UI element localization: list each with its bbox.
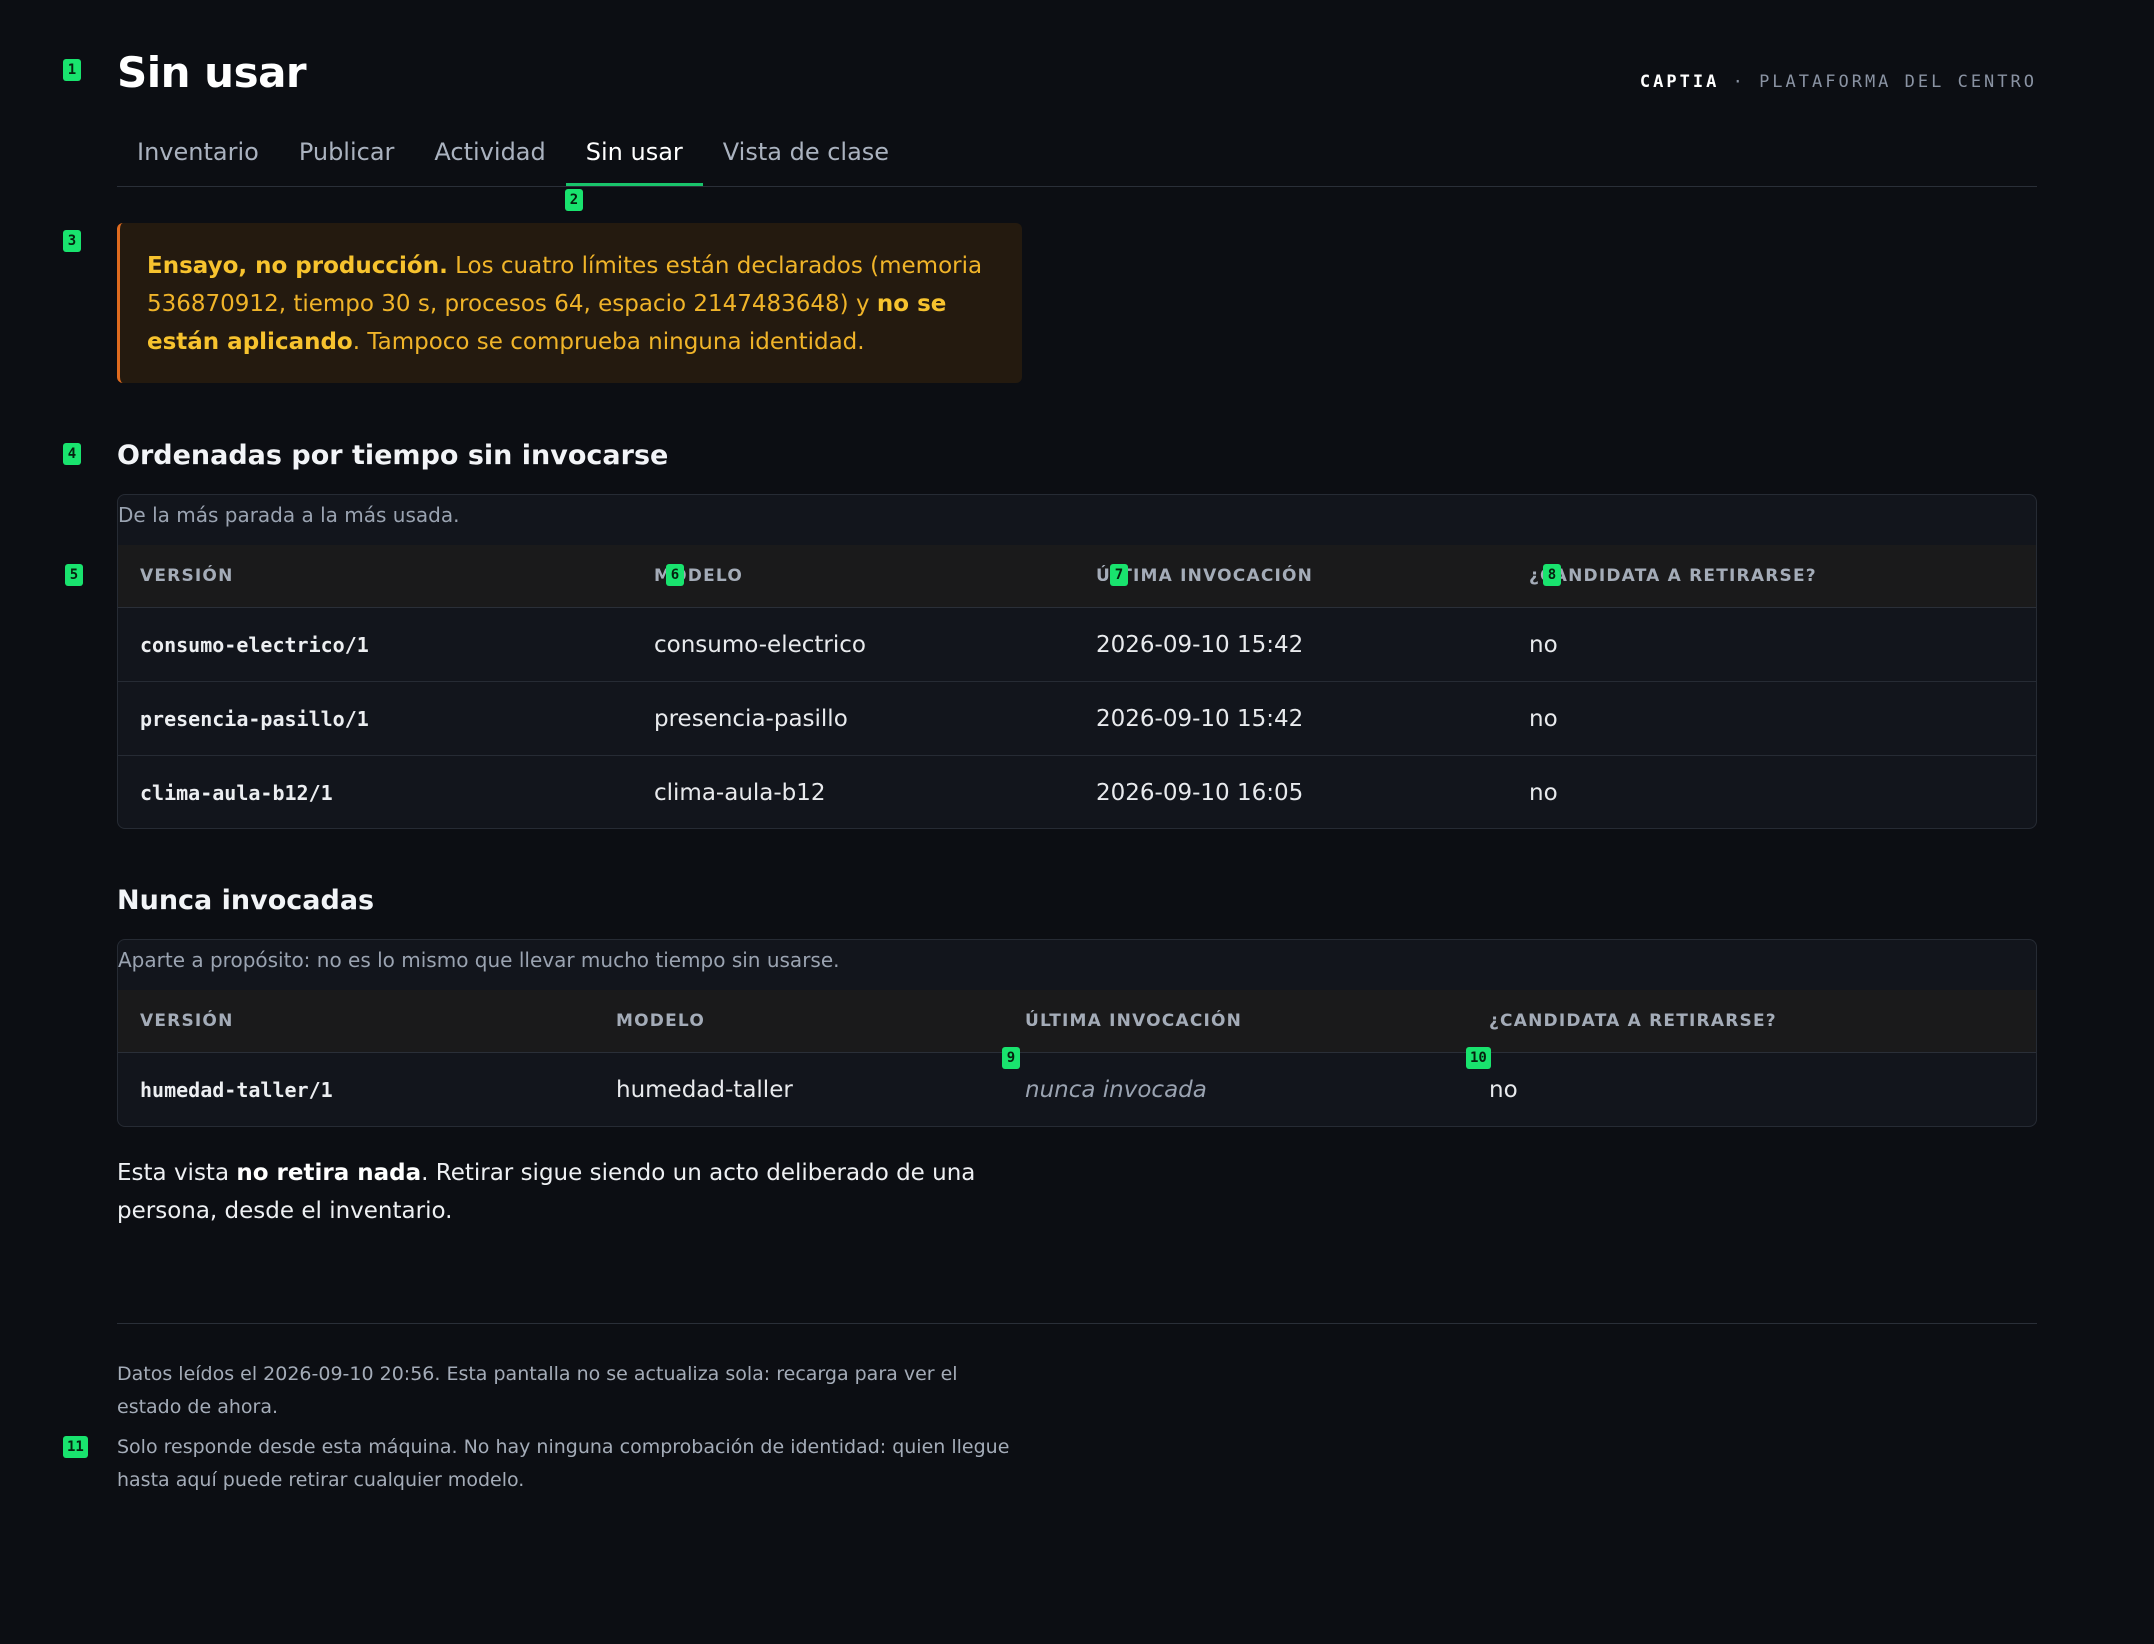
- cell-last-invocation: 2026-09-10 16:05: [1096, 779, 1304, 806]
- column-header-last-invocation[interactable]: ÚLTIMA INVOCACIÓN: [1074, 545, 1507, 608]
- column-header-version[interactable]: VERSIÓN: [118, 545, 632, 608]
- cell-retire-candidate: no: [1529, 779, 1558, 806]
- column-header-retire-candidate[interactable]: ¿CANDIDATA A RETIRARSE?: [1507, 545, 2036, 608]
- marker-badge: 9: [1002, 1047, 1020, 1069]
- warning-text-2: . Tampoco se comprueba ninguna identidad…: [352, 329, 865, 355]
- never-section-title: Nunca invocadas: [117, 885, 375, 916]
- marker-badge: 10: [1466, 1047, 1491, 1069]
- marker-badge: 3: [63, 230, 81, 252]
- footer-data-timestamp: Datos leídos el 2026-09-10 20:56. Esta p…: [117, 1363, 958, 1418]
- column-header-version[interactable]: VERSIÓN: [118, 990, 594, 1053]
- marker-badge: 7: [1110, 564, 1128, 586]
- cell-version: presencia-pasillo/1: [118, 681, 632, 756]
- cell-model: presencia-pasillo: [632, 681, 1074, 756]
- tab-sin-usar[interactable]: Sin usar: [565, 128, 703, 186]
- table-row[interactable]: consumo-electrico/1 consumo-electrico 20…: [118, 607, 2036, 682]
- brand-name: CAPTIA: [1639, 72, 1720, 92]
- marker-badge: 2: [565, 189, 583, 211]
- column-header-model[interactable]: MODELO: [594, 990, 1003, 1053]
- table-row[interactable]: presencia-pasillo/1 presencia-pasillo 20…: [118, 681, 2036, 756]
- cell-retire-candidate: no: [1507, 607, 2036, 682]
- brand: CAPTIA · PLATAFORMA DEL CENTRO: [1640, 72, 2037, 92]
- never-panel: Aparte a propósito: no es lo mismo que l…: [117, 939, 2037, 1127]
- sorted-section-title: Ordenadas por tiempo sin invocarse: [117, 440, 669, 471]
- table-header-row: VERSIÓN MODELO ÚLTIMA INVOCACIÓN ¿CANDID…: [118, 545, 2036, 608]
- table-row[interactable]: humedad-taller/1 humedad-taller nunca in…: [118, 1053, 2036, 1127]
- table-row[interactable]: clima-aula-b12/1 clima-aula-b12 2026-09-…: [118, 756, 2036, 830]
- sorted-table: VERSIÓN MODELO ÚLTIMA INVOCACIÓN ¿CANDID…: [118, 545, 2036, 829]
- retire-note: Esta vista no retira nada. Retirar sigue…: [117, 1154, 1017, 1230]
- cell-retire-candidate: no: [1507, 681, 2036, 756]
- cell-model: humedad-taller: [616, 1076, 793, 1103]
- marker-badge: 5: [65, 564, 83, 586]
- tab-publicar[interactable]: Publicar: [279, 128, 415, 185]
- column-header-model[interactable]: MODELO: [632, 545, 1074, 608]
- cell-retire-candidate: no: [1489, 1076, 1518, 1103]
- note-emphasis: no retira nada: [236, 1160, 422, 1186]
- page-title: Sin usar: [117, 48, 307, 97]
- marker-badge: 8: [1543, 564, 1561, 586]
- column-header-last-invocation[interactable]: ÚLTIMA INVOCACIÓN: [1003, 990, 1467, 1053]
- footer-security-notice: Solo responde desde esta máquina. No hay…: [117, 1436, 1010, 1491]
- marker-badge: 1: [63, 59, 81, 81]
- cell-version: humedad-taller/1: [140, 1077, 333, 1102]
- tab-actividad[interactable]: Actividad: [414, 128, 565, 185]
- cell-model: clima-aula-b12: [654, 779, 826, 806]
- never-caption: Aparte a propósito: no es lo mismo que l…: [118, 948, 840, 972]
- column-header-retire-candidate[interactable]: ¿CANDIDATA A RETIRARSE?: [1467, 990, 2036, 1053]
- note-text-1: Esta vista: [117, 1160, 237, 1186]
- sorted-caption: De la más parada a la más usada.: [118, 503, 460, 527]
- marker-badge: 4: [63, 443, 81, 465]
- tab-vista-de-clase[interactable]: Vista de clase: [703, 128, 909, 185]
- cell-last-invocation: nunca invocada: [1025, 1076, 1207, 1103]
- cell-version: consumo-electrico/1: [118, 607, 632, 682]
- cell-last-invocation: 2026-09-10 15:42: [1074, 607, 1507, 682]
- footer-divider: [117, 1323, 2037, 1324]
- marker-badge: 11: [63, 1436, 88, 1458]
- marker-badge: 6: [666, 564, 684, 586]
- tab-bar: Inventario Publicar Actividad Sin usar V…: [117, 128, 2037, 187]
- never-table: VERSIÓN MODELO ÚLTIMA INVOCACIÓN ¿CANDID…: [118, 990, 2036, 1126]
- tab-inventario[interactable]: Inventario: [117, 128, 279, 185]
- cell-model: consumo-electrico: [632, 607, 1074, 682]
- table-header-row: VERSIÓN MODELO ÚLTIMA INVOCACIÓN ¿CANDID…: [118, 990, 2036, 1053]
- sorted-panel: De la más parada a la más usada. VERSIÓN…: [117, 494, 2037, 829]
- cell-last-invocation: 2026-09-10 15:42: [1074, 681, 1507, 756]
- brand-suffix: PLATAFORMA DEL CENTRO: [1759, 72, 2037, 92]
- warning-banner: Ensayo, no producción. Los cuatro límite…: [117, 223, 1022, 383]
- brand-separator: ·: [1732, 72, 1746, 92]
- cell-version: clima-aula-b12/1: [140, 780, 333, 805]
- warning-lead: Ensayo, no producción.: [147, 253, 448, 279]
